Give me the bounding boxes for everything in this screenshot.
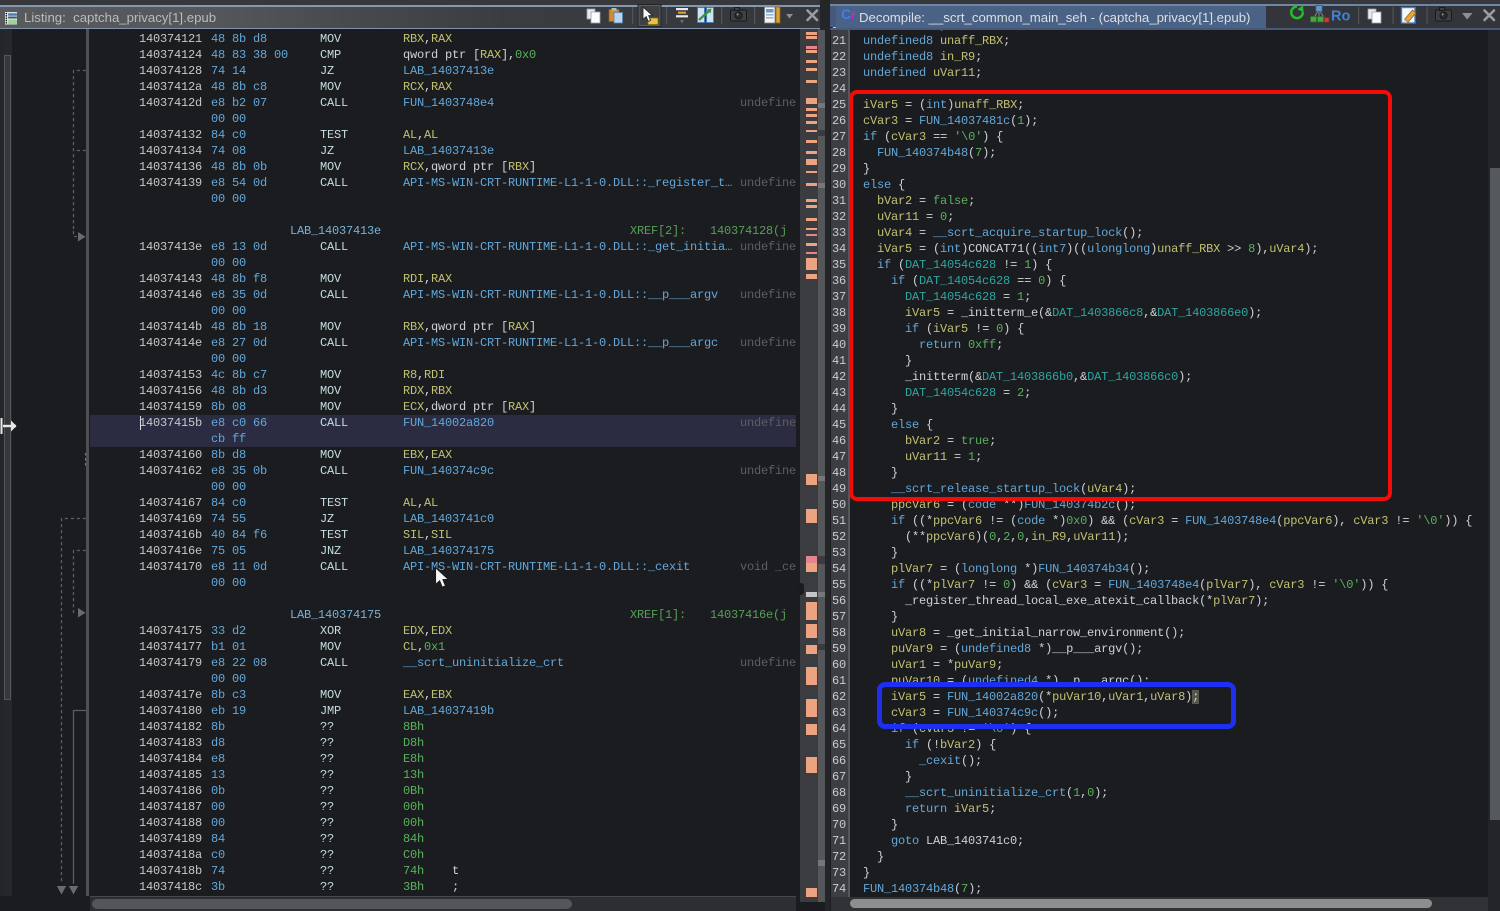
svg-text:Ro: Ro [1331, 9, 1350, 25]
